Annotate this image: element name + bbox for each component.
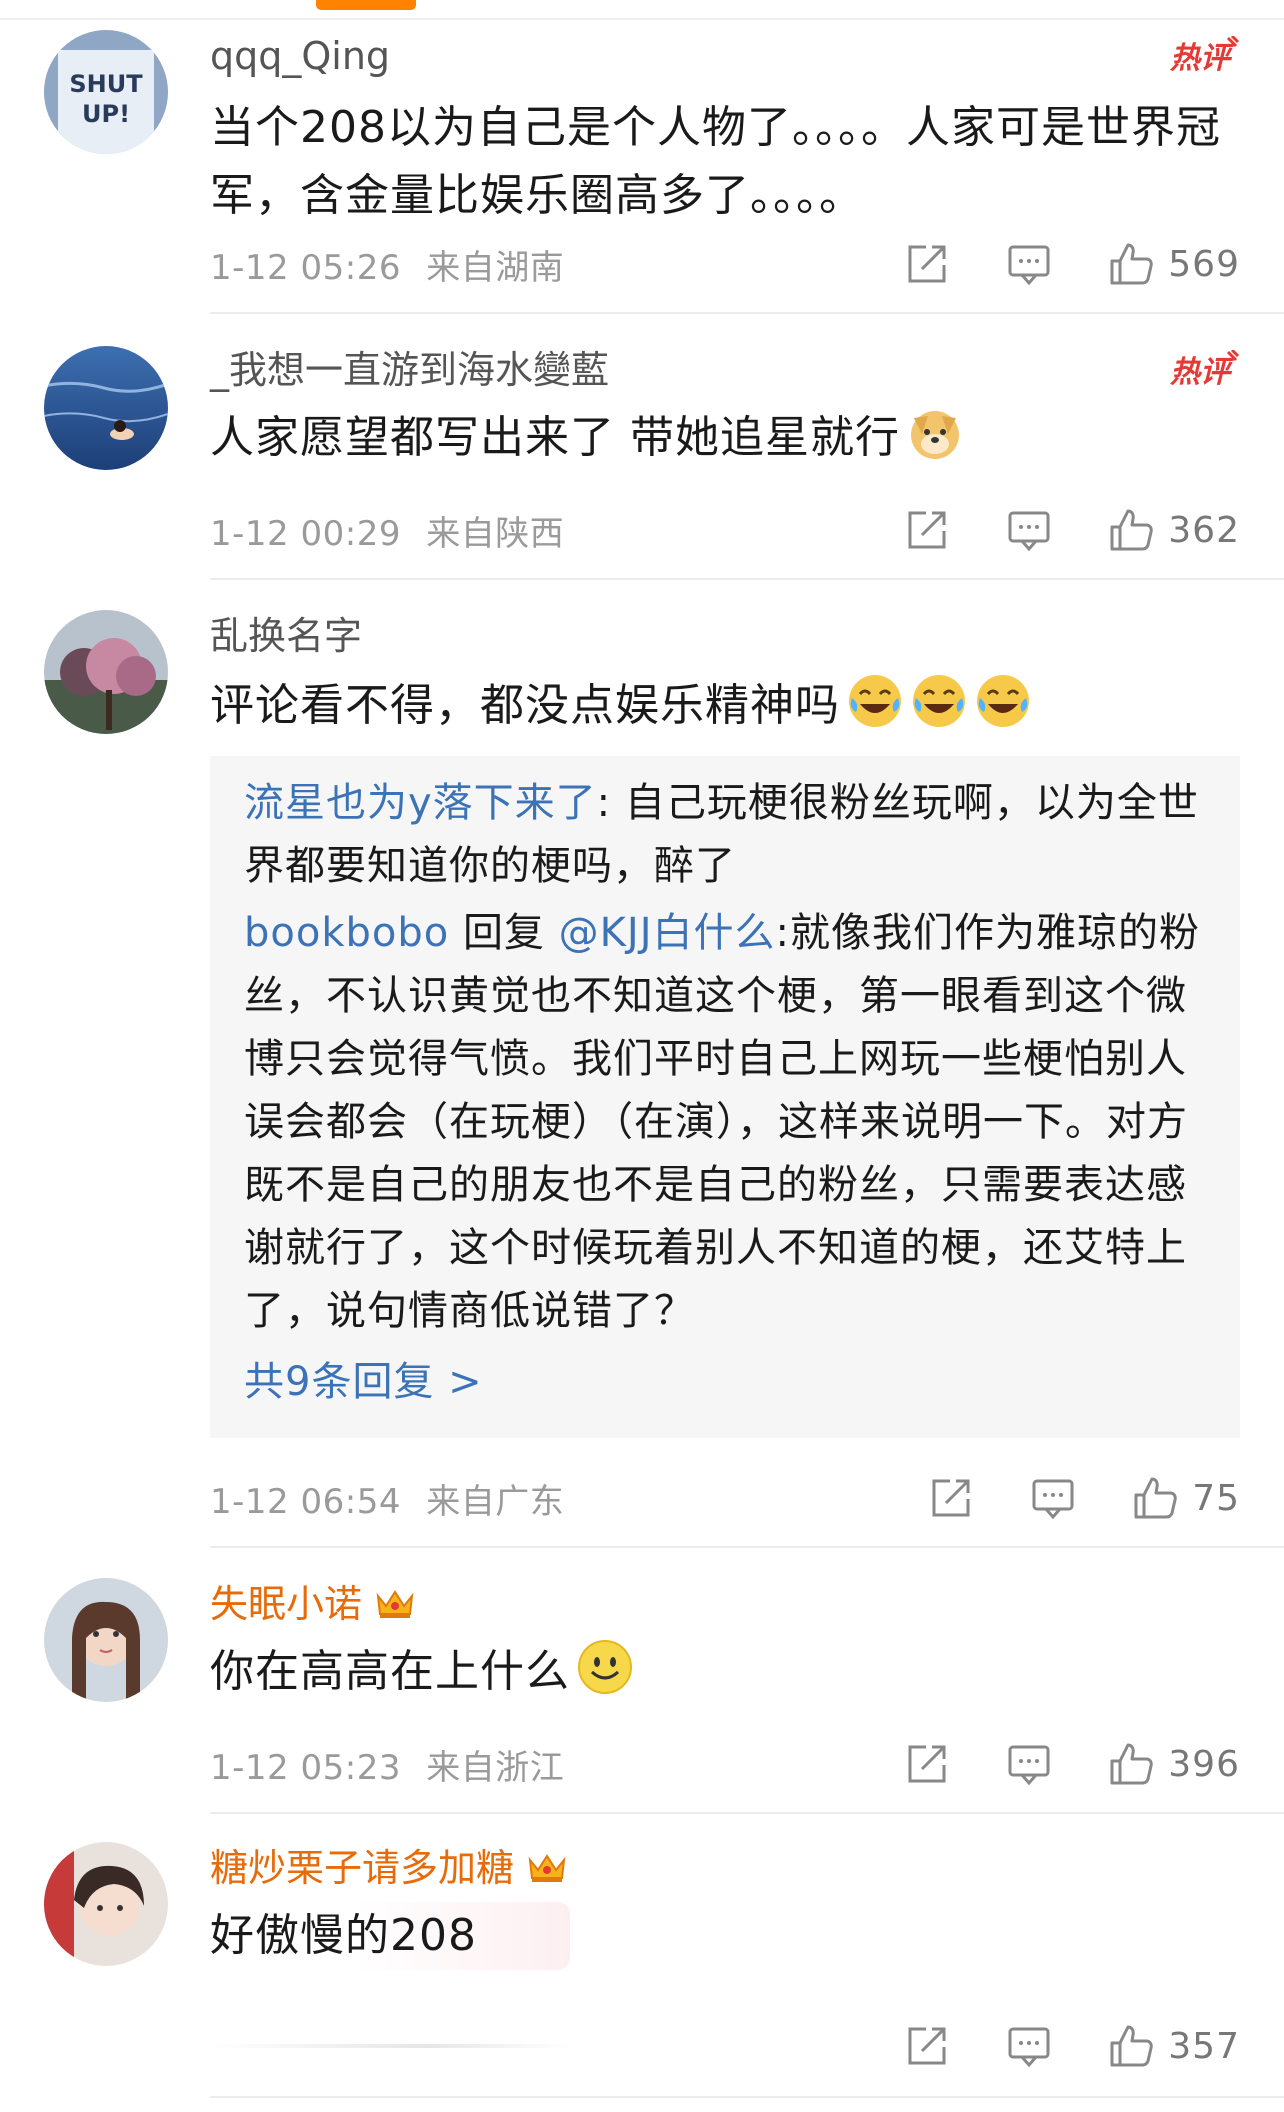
comment-text-content: 评论看不得，都没点娱乐精神吗 (210, 680, 840, 731)
active-tab-indicator (316, 0, 416, 10)
avatar[interactable]: SHUT UP! (44, 30, 168, 154)
comment-icon[interactable] (1030, 1475, 1076, 1521)
comment-username[interactable]: 失眠小诺 (210, 1580, 416, 1628)
comment-meta: 1-12 06:54 来自广东 (210, 1474, 578, 1523)
laugh-cry-emoji (977, 675, 1029, 727)
share-icon[interactable] (904, 507, 950, 553)
reply-text: :就像我们作为雅琼的粉丝，不认识黄觉也不知道这个梗，第一眼看到这个微博只会觉得气… (244, 910, 1200, 1334)
comment-divider (210, 1812, 1284, 1814)
comment-divider (210, 578, 1284, 580)
comment-actions: 569 (848, 236, 1240, 292)
comment-username-text[interactable]: 糖炒栗子请多加糖 (210, 1846, 514, 1890)
comment-username-text[interactable]: 失眠小诺 (210, 1582, 362, 1626)
vip-crown-icon (376, 1590, 414, 1618)
like-count: 357 (1168, 2025, 1240, 2067)
comment-actions: 396 (848, 1736, 1240, 1792)
like-icon[interactable] (1108, 507, 1154, 553)
comment-location: 来自浙江 (426, 1748, 565, 1788)
avatar[interactable] (44, 346, 168, 470)
comment-meta: 1-12 05:26 来自湖南 (210, 240, 578, 289)
reply-author[interactable]: bookbobo (244, 910, 449, 956)
like-count: 362 (1168, 509, 1240, 551)
laugh-cry-emoji (913, 675, 965, 727)
comment-meta: 1-12 05:23 来自浙江 (210, 1740, 578, 1789)
comment-location: 来自陕西 (426, 514, 565, 554)
comment-actions: 357 (848, 2018, 1240, 2074)
hot-comment-badge: 热评 (1170, 350, 1240, 390)
like-count: 396 (1168, 1743, 1240, 1785)
comment-time: 1-12 06:54 (210, 1482, 401, 1522)
svg-text:UP!: UP! (82, 100, 130, 128)
replies-preview[interactable]: 流星也为y落下来了: 自己玩梗很粉丝玩啊，以为全世界都要知道你的梗吗，醉了 bo… (210, 756, 1240, 1438)
hot-badge-label: 热评 (1170, 355, 1235, 390)
avatar[interactable] (44, 1842, 168, 1966)
reply-author[interactable]: 流星也为y落下来了 (244, 780, 597, 826)
comment-time: 1-12 05:23 (210, 1748, 401, 1788)
hot-comment-badge: 热评 (1170, 36, 1240, 76)
comment-username[interactable]: 糖炒栗子请多加糖 (210, 1844, 568, 1892)
comment-time: 1-12 00:29 (210, 514, 401, 554)
share-icon[interactable] (928, 1475, 974, 1521)
comment-text: 你在高高在上什么 (210, 1638, 1240, 1706)
vip-crown-icon (528, 1854, 566, 1882)
comment-icon[interactable] (1006, 507, 1052, 553)
smile-emoji (578, 1640, 632, 1694)
comment-divider (210, 2096, 1284, 2098)
comment-icon[interactable] (1006, 241, 1052, 287)
like-icon[interactable] (1132, 1475, 1178, 1521)
comment-location: 来自湖南 (426, 248, 565, 288)
like-count: 569 (1168, 243, 1240, 285)
hot-badge-label: 热评 (1170, 41, 1235, 76)
comment-location: 来自广东 (426, 1482, 565, 1522)
comment-username[interactable]: qqq_Qing (210, 32, 390, 80)
like-count: 75 (1192, 1477, 1240, 1519)
tab-divider (0, 18, 1284, 20)
like-icon[interactable] (1108, 241, 1154, 287)
comment-text: 评论看不得，都没点娱乐精神吗 (210, 672, 1240, 740)
share-icon[interactable] (904, 241, 950, 287)
comment-time: 1-12 05:26 (210, 248, 401, 288)
like-icon[interactable] (1108, 1741, 1154, 1787)
reply-item[interactable]: 流星也为y落下来了: 自己玩梗很粉丝玩啊，以为全世界都要知道你的梗吗，醉了 (244, 772, 1206, 898)
comment-username[interactable]: _我想一直游到海水變藍 (210, 346, 609, 394)
comment-icon[interactable] (1006, 1741, 1052, 1787)
reply-mention[interactable]: @KJJ白什么 (559, 910, 776, 956)
comment-divider (210, 312, 1284, 314)
comment-text-content: 人家愿望都写出来了 带她追星就行 (210, 412, 900, 463)
laugh-cry-emoji (849, 675, 901, 727)
comment-divider (210, 1546, 1284, 1548)
comment-actions: 75 (872, 1470, 1240, 1526)
comment-meta-redacted (210, 2044, 570, 2048)
reply-item[interactable]: bookbobo 回复 @KJJ白什么:就像我们作为雅琼的粉丝，不认识黄觉也不知… (244, 902, 1206, 1343)
share-icon[interactable] (904, 2023, 950, 2069)
doge-emoji (911, 411, 959, 459)
comment-actions: 362 (848, 502, 1240, 558)
avatar[interactable] (44, 1578, 168, 1702)
comment-username[interactable]: 乱换名字 (210, 612, 362, 660)
comment-icon[interactable] (1006, 2023, 1052, 2069)
avatar[interactable] (44, 610, 168, 734)
comment-meta: 1-12 00:29 来自陕西 (210, 506, 578, 555)
reply-word: 回复 (449, 910, 559, 956)
share-icon[interactable] (904, 1741, 950, 1787)
more-replies-link[interactable]: 共9条回复 > (244, 1347, 1206, 1417)
comment-text: 当个208以为自己是个人物了。。。。人家可是世界冠军，含金量比娱乐圈高多了。。。… (210, 102, 1221, 221)
comment-text-content: 你在高高在上什么 (210, 1646, 570, 1697)
comment-text: 人家愿望都写出来了 带她追星就行 (210, 404, 1240, 472)
like-icon[interactable] (1108, 2023, 1154, 2069)
comment-text-content: 好傲慢的208 (210, 1910, 477, 1961)
comment-text: 好傲慢的208 (210, 1902, 570, 1970)
svg-text:SHUT: SHUT (69, 70, 143, 98)
